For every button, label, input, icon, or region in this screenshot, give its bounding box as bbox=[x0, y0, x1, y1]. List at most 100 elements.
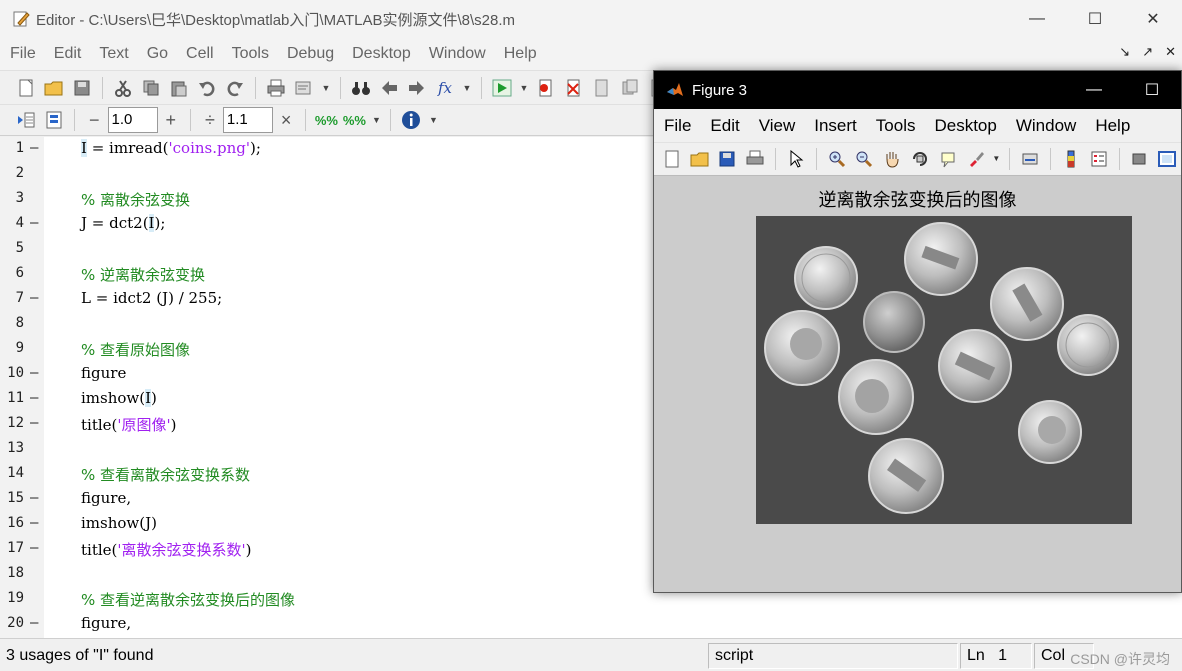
run-icon[interactable] bbox=[491, 77, 513, 99]
breakpoint-dash[interactable]: — bbox=[30, 615, 38, 631]
multiply-value-input[interactable]: 1.1 bbox=[222, 107, 273, 133]
menu-desktop[interactable]: Desktop bbox=[343, 45, 420, 63]
breakpoint-dash[interactable]: — bbox=[30, 365, 38, 381]
code-line[interactable]: 8 bbox=[0, 312, 700, 337]
decrement-button[interactable]: − bbox=[89, 110, 100, 131]
evaluate-cell-advance-icon[interactable]: %% bbox=[343, 109, 366, 131]
code-line[interactable]: 10 — figure bbox=[0, 362, 700, 387]
code-line[interactable]: 16 — imshow(J) bbox=[0, 512, 700, 537]
paste-icon[interactable] bbox=[168, 77, 190, 99]
menu-window[interactable]: Window bbox=[420, 45, 495, 63]
zoom-in-icon[interactable] bbox=[826, 148, 848, 170]
maximize-button[interactable]: ☐ bbox=[1066, 0, 1124, 38]
figure-minimize-button[interactable]: — bbox=[1065, 71, 1123, 109]
publish-icon[interactable] bbox=[293, 77, 315, 99]
insert-cell-divider-icon[interactable] bbox=[15, 109, 37, 131]
code-line[interactable]: 9 % 查看原始图像 bbox=[0, 337, 700, 362]
show-plot-tools-icon[interactable] bbox=[1156, 148, 1178, 170]
legend-icon[interactable] bbox=[1088, 148, 1110, 170]
code-line[interactable]: 12 — title('原图像') bbox=[0, 412, 700, 437]
minimize-button[interactable]: — bbox=[1008, 0, 1066, 38]
clear-breakpoint-icon[interactable] bbox=[563, 77, 585, 99]
menu-debug[interactable]: Debug bbox=[278, 45, 343, 63]
menu-edit[interactable]: Edit bbox=[45, 45, 91, 63]
code-line[interactable]: 4 — J = dct2(I); bbox=[0, 212, 700, 237]
breakpoint-dash[interactable]: — bbox=[30, 540, 38, 556]
figure-menu-tools[interactable]: Tools bbox=[876, 116, 916, 136]
code-line[interactable]: 14 % 查看离散余弦变换系数 bbox=[0, 462, 700, 487]
redo-icon[interactable] bbox=[224, 77, 246, 99]
cut-icon[interactable] bbox=[112, 77, 134, 99]
code-line[interactable]: 1 — I = imread('coins.png'); bbox=[0, 137, 700, 162]
menu-text[interactable]: Text bbox=[90, 45, 137, 63]
print-figure-icon[interactable] bbox=[744, 148, 766, 170]
dropdown-arrow-icon[interactable]: ▼ bbox=[321, 77, 331, 99]
brush-icon[interactable] bbox=[965, 148, 987, 170]
evaluate-cell-icon[interactable]: %% bbox=[315, 109, 338, 131]
undo-icon[interactable] bbox=[196, 77, 218, 99]
menu-tools[interactable]: Tools bbox=[223, 45, 278, 63]
step-icon[interactable] bbox=[591, 77, 613, 99]
code-line[interactable]: 11 — imshow(I) bbox=[0, 387, 700, 412]
figure-canvas[interactable]: 逆离散余弦变换后的图像 bbox=[654, 175, 1181, 592]
open-folder-icon[interactable] bbox=[43, 77, 65, 99]
new-file-icon[interactable] bbox=[15, 77, 37, 99]
colorbar-icon[interactable] bbox=[1060, 148, 1082, 170]
menu-file[interactable]: File bbox=[0, 45, 45, 63]
code-line[interactable]: 3 % 离散余弦变换 bbox=[0, 187, 700, 212]
save-icon[interactable] bbox=[71, 77, 93, 99]
code-line[interactable]: 5 bbox=[0, 237, 700, 262]
code-line[interactable]: 6 % 逆离散余弦变换 bbox=[0, 262, 700, 287]
dock-icon[interactable]: ↗ bbox=[1142, 44, 1153, 60]
undock-icon[interactable]: ↘ bbox=[1119, 44, 1130, 60]
increment-button[interactable]: + bbox=[166, 110, 177, 131]
hide-plot-tools-icon[interactable] bbox=[1129, 148, 1151, 170]
find-binoculars-icon[interactable] bbox=[350, 77, 372, 99]
figure-menu-view[interactable]: View bbox=[759, 116, 796, 136]
figure-menu-edit[interactable]: Edit bbox=[710, 116, 739, 136]
open-file-icon[interactable] bbox=[689, 148, 711, 170]
function-icon[interactable]: fx bbox=[434, 77, 456, 99]
link-plot-icon[interactable] bbox=[1019, 148, 1041, 170]
breakpoint-dash[interactable]: — bbox=[30, 290, 38, 306]
dropdown-arrow-icon[interactable]: ▼ bbox=[371, 109, 381, 131]
figure-maximize-button[interactable]: ☐ bbox=[1123, 71, 1181, 109]
rotate-3d-icon[interactable] bbox=[909, 148, 931, 170]
back-arrow-icon[interactable] bbox=[378, 77, 400, 99]
breakpoint-dash[interactable]: — bbox=[30, 415, 38, 431]
close-button[interactable]: ✕ bbox=[1124, 0, 1182, 38]
figure-menu-desktop[interactable]: Desktop bbox=[934, 116, 996, 136]
breakpoint-dash[interactable]: — bbox=[30, 390, 38, 406]
breakpoint-dash[interactable]: — bbox=[30, 515, 38, 531]
code-line[interactable]: 20 — figure, bbox=[0, 612, 700, 637]
dropdown-arrow-icon[interactable]: ▼ bbox=[462, 77, 472, 99]
menu-help[interactable]: Help bbox=[495, 45, 546, 63]
multiply-button[interactable]: × bbox=[281, 110, 292, 131]
code-line[interactable]: 15 — figure, bbox=[0, 487, 700, 512]
print-icon[interactable] bbox=[265, 77, 287, 99]
copy-icon[interactable] bbox=[140, 77, 162, 99]
info-icon[interactable] bbox=[400, 109, 422, 131]
forward-arrow-icon[interactable] bbox=[406, 77, 428, 99]
breakpoint-dash[interactable]: — bbox=[30, 215, 38, 231]
dropdown-arrow-icon[interactable]: ▼ bbox=[992, 148, 1000, 170]
dropdown-arrow-icon[interactable]: ▼ bbox=[428, 109, 438, 131]
edit-plot-arrow-icon[interactable] bbox=[785, 148, 807, 170]
menu-cell[interactable]: Cell bbox=[177, 45, 223, 63]
breakpoint-dash[interactable]: — bbox=[30, 490, 38, 506]
step-in-icon[interactable] bbox=[619, 77, 641, 99]
breakpoint-dash[interactable]: — bbox=[30, 140, 38, 156]
code-line[interactable]: 19 % 查看逆离散余弦变换后的图像 bbox=[0, 587, 700, 612]
close-doc-icon[interactable]: ✕ bbox=[1165, 44, 1176, 60]
figure-menu-file[interactable]: File bbox=[664, 116, 691, 136]
decrement-value-input[interactable]: 1.0 bbox=[107, 107, 158, 133]
set-breakpoint-icon[interactable] bbox=[535, 77, 557, 99]
save-figure-icon[interactable] bbox=[717, 148, 739, 170]
menu-go[interactable]: Go bbox=[138, 45, 177, 63]
code-line[interactable]: 7 — L = idct2 (J) / 255; bbox=[0, 287, 700, 312]
zoom-out-icon[interactable] bbox=[854, 148, 876, 170]
divide-button[interactable]: ÷ bbox=[205, 110, 215, 131]
dropdown-arrow-icon[interactable]: ▼ bbox=[519, 77, 529, 99]
code-line[interactable]: 2 bbox=[0, 162, 700, 187]
code-line[interactable]: 17 — title('离散余弦变换系数') bbox=[0, 537, 700, 562]
